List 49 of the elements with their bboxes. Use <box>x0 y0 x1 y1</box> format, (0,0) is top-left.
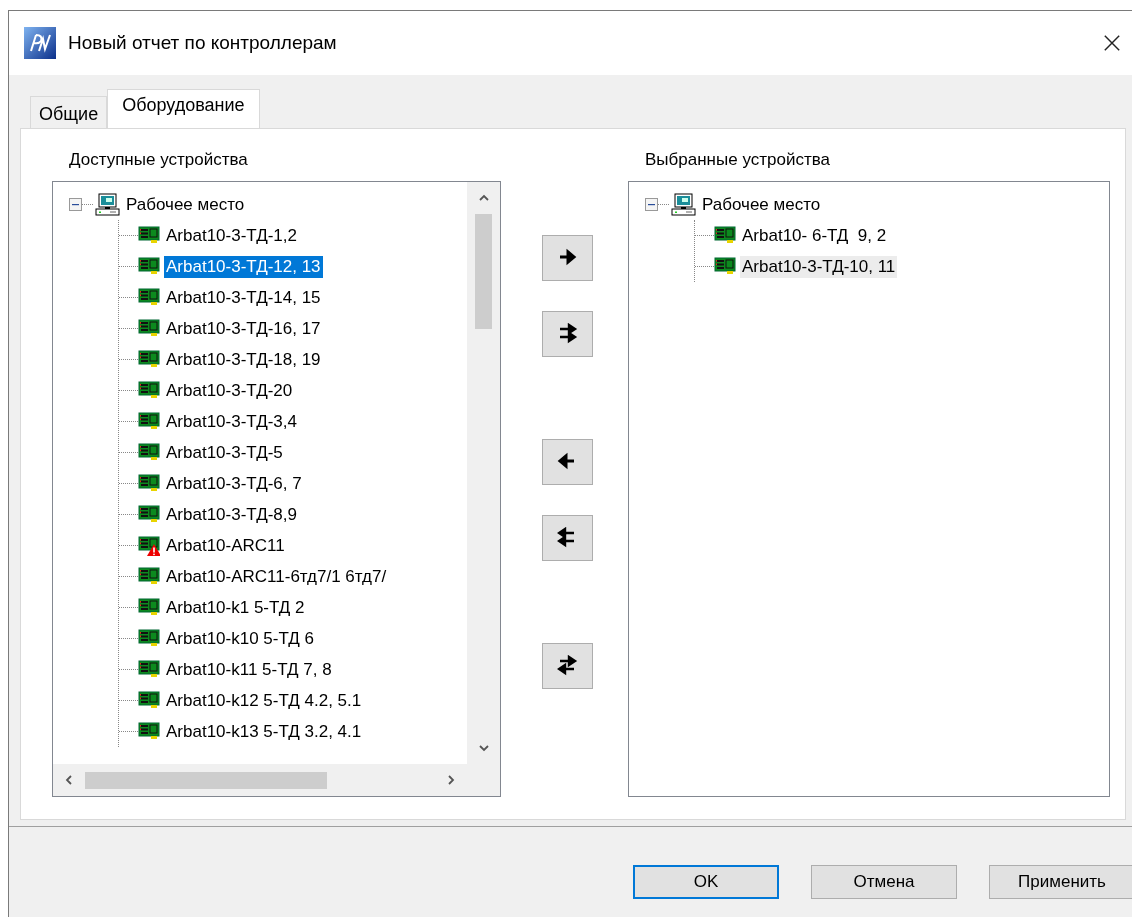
scroll-left-icon[interactable] <box>63 774 75 786</box>
tree-item[interactable]: Arbat10-k12 5-ТД 4.2, 5.1 <box>164 689 364 712</box>
tab[interactable]: Общие <box>30 96 108 129</box>
tree-item[interactable]: Arbat10-3-ТД-5 <box>164 441 285 464</box>
dialog-button[interactable]: Применить <box>989 865 1132 899</box>
dialog-button[interactable]: Отмена <box>811 865 957 899</box>
list-label: Выбранные устройства <box>644 149 831 171</box>
horizontal-scrollbar[interactable] <box>53 764 467 796</box>
tree-item[interactable]: Arbat10-3-ТД-16, 17 <box>164 317 323 340</box>
tree-item[interactable]: Arbat10-3-ТД-6, 7 <box>164 472 304 495</box>
tree-item[interactable]: Arbat10-k13 5-ТД 3.2, 4.1 <box>164 720 364 743</box>
tab[interactable]: Оборудование <box>107 89 260 129</box>
tree-item[interactable]: Arbat10-3-ТД-12, 13 <box>164 255 323 278</box>
computer-icon <box>95 192 120 217</box>
tree-item[interactable]: Arbat10-3-ТД-14, 15 <box>164 286 323 309</box>
collapse-icon[interactable] <box>645 198 658 211</box>
scrollbar-thumb[interactable] <box>475 214 492 329</box>
tree-item[interactable]: Arbat10-3-ТД-10, 11 <box>740 255 898 278</box>
window-title: Новый отчет по контроллерам <box>68 32 338 54</box>
move-button[interactable] <box>542 311 593 357</box>
tree-item[interactable]: Arbat10-ARC11-6тд7/1 6тд7/ <box>164 565 389 588</box>
tree-item[interactable]: Arbat10-k11 5-ТД 7, 8 <box>164 658 334 681</box>
tree-item[interactable]: Arbat10-ARC11 <box>164 534 287 557</box>
tree-item[interactable]: Arbat10-3-ТД-3,4 <box>164 410 299 433</box>
tree-item[interactable]: Arbat10-3-ТД-20 <box>164 379 295 402</box>
tree-item[interactable]: Arbat10-3-ТД-18, 19 <box>164 348 323 371</box>
close-icon[interactable] <box>1103 34 1121 52</box>
tree-item[interactable]: Arbat10-k1 5-ТД 2 <box>164 596 307 619</box>
scroll-right-icon[interactable] <box>445 774 457 786</box>
tree-item[interactable]: Рабочее место <box>700 193 823 216</box>
move-button[interactable] <box>542 235 593 281</box>
move-button[interactable] <box>542 515 593 561</box>
tree-item[interactable]: Arbat10-3-ТД-1,2 <box>164 224 299 247</box>
vertical-scrollbar[interactable] <box>467 182 500 764</box>
tree-item[interactable]: Arbat10-k10 5-ТД 6 <box>164 627 316 650</box>
tree-item[interactable]: Arbat10-3-ТД-8,9 <box>164 503 299 526</box>
list-label: Доступные устройства <box>68 149 249 171</box>
collapse-icon[interactable] <box>69 198 82 211</box>
scrollbar-thumb[interactable] <box>85 771 327 789</box>
move-button[interactable] <box>542 439 593 485</box>
tree-item[interactable]: Рабочее место <box>124 193 247 216</box>
move-button[interactable] <box>542 643 593 689</box>
dialog-button[interactable]: OK <box>633 865 779 899</box>
swap-arrows-icon <box>556 655 579 677</box>
computer-icon <box>671 192 696 217</box>
scroll-down-icon[interactable] <box>477 742 490 754</box>
circuit-board-warning-icon <box>138 534 160 557</box>
tree-item[interactable]: Arbat10- 6-ТД 9, 2 <box>740 224 889 247</box>
app-icon <box>24 27 56 59</box>
